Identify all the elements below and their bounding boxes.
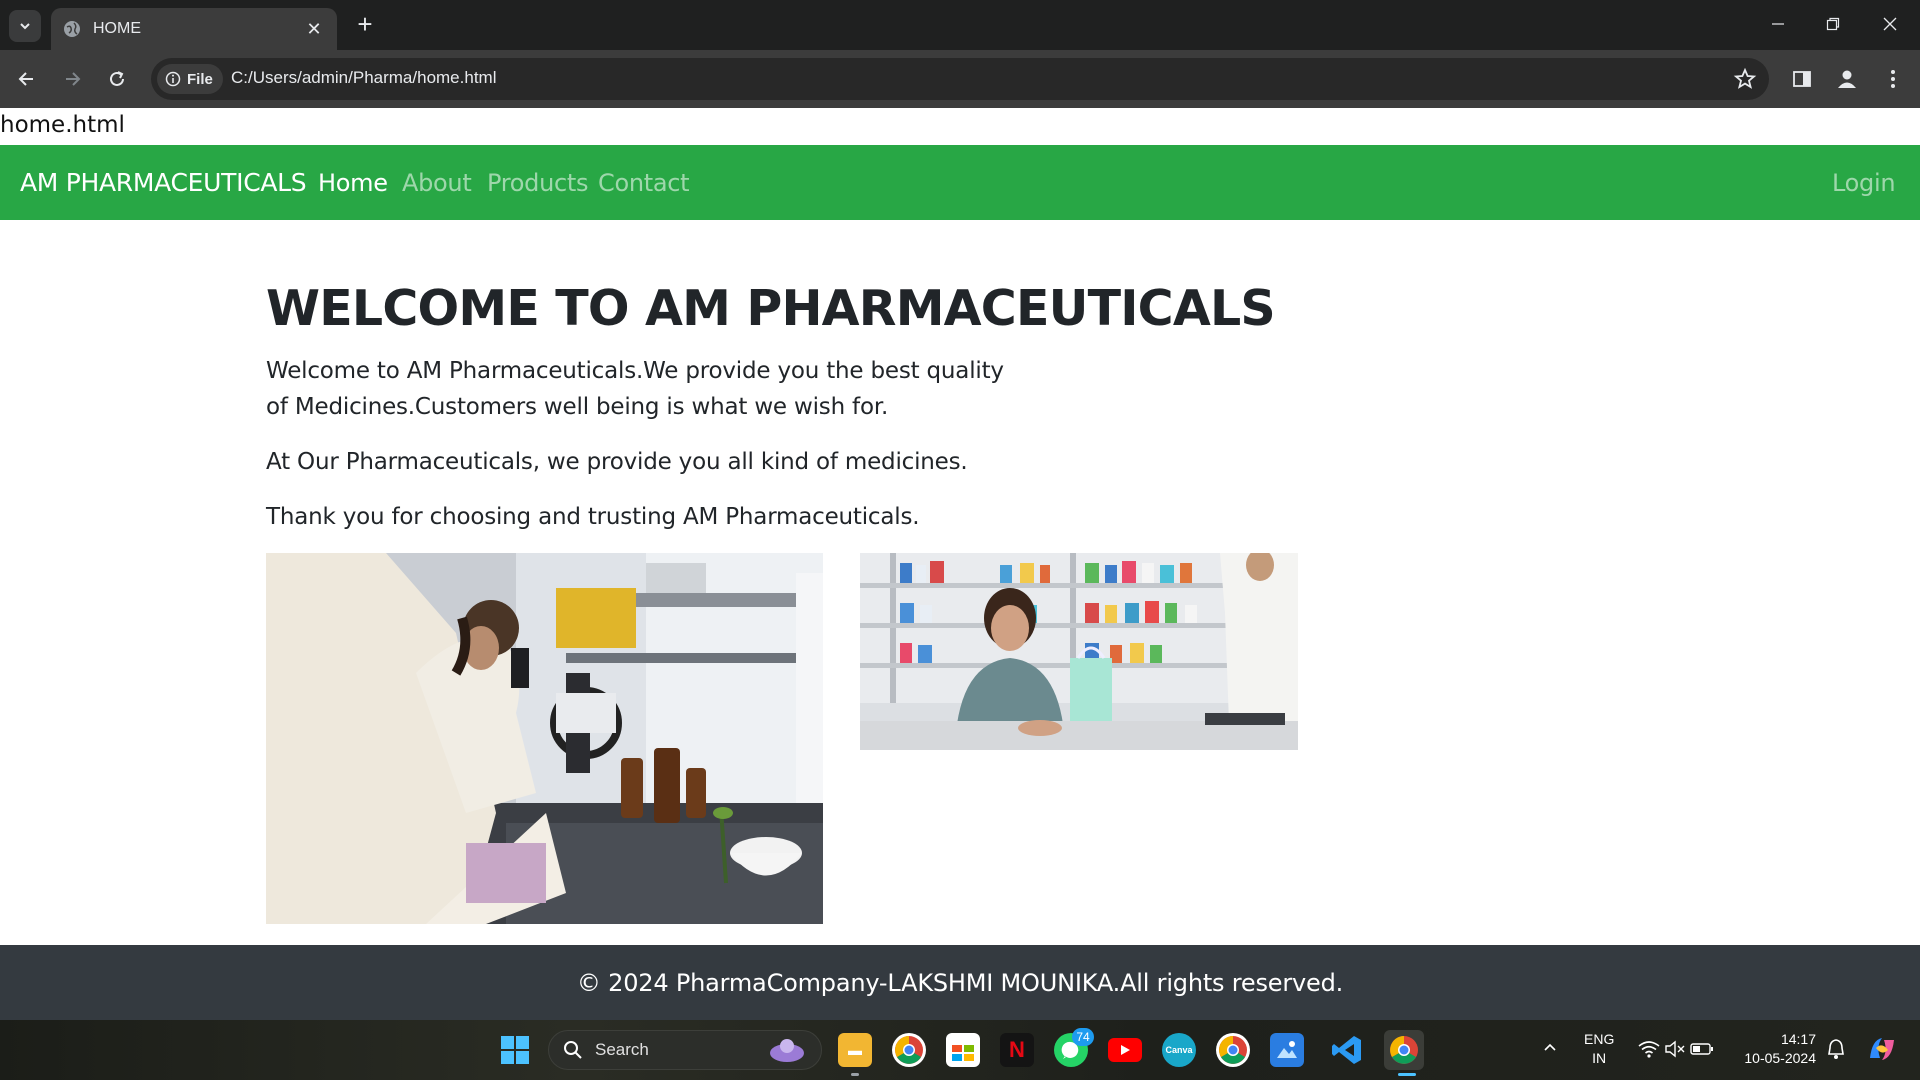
show-hidden-icons-button[interactable] <box>1543 1040 1557 1059</box>
profile-button[interactable] <box>1833 65 1861 93</box>
search-icon <box>564 1041 582 1059</box>
minimize-icon <box>1772 23 1784 25</box>
info-icon <box>165 71 181 87</box>
navbar-brand[interactable]: AM PHARMACEUTICALS <box>20 168 307 197</box>
page-filename-text: home.html <box>0 112 125 138</box>
browser-toolbar: File C:/Users/admin/Pharma/home.html <box>0 50 1920 108</box>
running-indicator <box>851 1073 859 1076</box>
taskbar-search-label: Search <box>595 1040 649 1059</box>
clock[interactable]: 14:17 10-05-2024 <box>1736 1030 1816 1068</box>
canva-icon: Canva <box>1165 1045 1193 1055</box>
windows-logo-icon <box>501 1036 529 1064</box>
lab-scientist-image <box>266 553 823 924</box>
nav-link-home[interactable]: Home <box>318 169 388 197</box>
browser-tabstrip: HOME ✕ + <box>0 0 1920 50</box>
copilot-button[interactable] <box>1866 1034 1898 1069</box>
chrome-icon <box>1219 1036 1247 1064</box>
store-icon <box>952 1045 974 1061</box>
menu-button[interactable] <box>1879 65 1907 93</box>
page-title: WELCOME TO AM PHARMACEUTICALS <box>266 280 1276 337</box>
play-icon <box>1121 1045 1130 1055</box>
notifications-button[interactable] <box>1825 1038 1847 1065</box>
copyright-text: © 2024 PharmaCompany-LAKSHMI MOUNIKA.All… <box>576 968 1344 997</box>
canva-app[interactable]: Canva <box>1162 1033 1196 1067</box>
site-footer: © 2024 PharmaCompany-LAKSHMI MOUNIKA.All… <box>0 945 1920 1020</box>
photos-icon <box>1277 1041 1297 1058</box>
tab-close-icon[interactable]: ✕ <box>303 19 325 40</box>
whatsapp-badge: 74 <box>1072 1028 1094 1046</box>
restore-button[interactable] <box>1813 8 1853 40</box>
vscode-app[interactable] <box>1330 1033 1364 1067</box>
language-indicator[interactable]: ENG IN <box>1584 1030 1614 1068</box>
wifi-icon <box>1638 1041 1660 1058</box>
tab-search-button[interactable] <box>9 10 41 42</box>
reload-button[interactable] <box>101 63 133 95</box>
browser-tab[interactable]: HOME ✕ <box>51 8 337 50</box>
copilot-icon <box>1870 1038 1894 1060</box>
nav-link-products[interactable]: Products <box>487 169 589 197</box>
photos-app[interactable] <box>1270 1033 1304 1067</box>
chevron-down-icon <box>20 23 30 30</box>
chrome-icon <box>1390 1036 1418 1064</box>
arrow-left-icon <box>18 72 33 86</box>
globe-icon <box>64 21 80 37</box>
screen: HOME ✕ + File C:/Users/admin/Pharma/home… <box>0 0 1920 1080</box>
microsoft-store-app[interactable] <box>946 1033 980 1067</box>
forward-button[interactable] <box>56 63 88 95</box>
netflix-app[interactable]: N <box>1000 1033 1034 1067</box>
more-vertical-icon <box>1891 70 1895 88</box>
thanks-paragraph: Thank you for choosing and trusting AM P… <box>266 504 920 530</box>
nav-link-login[interactable]: Login <box>1832 169 1896 197</box>
youtube-app[interactable] <box>1108 1038 1142 1062</box>
volume-muted-icon <box>1665 1040 1685 1058</box>
close-icon <box>1883 17 1897 31</box>
url-text[interactable]: C:/Users/admin/Pharma/home.html <box>231 68 496 88</box>
chevron-up-icon <box>1544 1043 1556 1051</box>
file-explorer-app[interactable]: ▬ <box>838 1033 872 1067</box>
pharmacist-image <box>860 553 1298 750</box>
file-chip-label: File <box>187 70 213 88</box>
nav-link-about[interactable]: About <box>402 169 472 197</box>
profile-icon <box>1838 70 1856 88</box>
main-content: WELCOME TO AM PHARMACEUTICALS Welcome to… <box>266 280 1366 554</box>
netflix-icon: N <box>1009 1037 1025 1062</box>
chrome-app-active[interactable] <box>1384 1030 1424 1070</box>
active-indicator <box>1398 1073 1416 1076</box>
medicines-paragraph: At Our Pharmaceuticals, we provide you a… <box>266 449 968 475</box>
site-navbar: AM PHARMACEUTICALS Home About Products C… <box>0 145 1920 220</box>
start-button[interactable] <box>500 1035 530 1065</box>
side-panel-button[interactable] <box>1788 65 1816 93</box>
taskbar-search[interactable]: Search <box>548 1030 822 1070</box>
windows-taskbar: Search ▬ N 74 Canva ENG IN 14:17 10-05-2… <box>0 1020 1920 1080</box>
reload-icon <box>110 71 124 86</box>
region-code: IN <box>1592 1050 1607 1066</box>
restore-icon <box>1826 17 1840 31</box>
vscode-icon <box>1332 1036 1361 1064</box>
search-highlight-icon <box>770 1039 804 1062</box>
site-info-chip[interactable]: File <box>157 64 223 94</box>
bookmark-star-icon[interactable] <box>1733 67 1757 91</box>
language-code: ENG <box>1584 1031 1615 1047</box>
chrome-icon <box>895 1036 923 1064</box>
address-bar[interactable]: File C:/Users/admin/Pharma/home.html <box>151 58 1769 100</box>
folder-icon: ▬ <box>848 1042 862 1058</box>
clock-time: 14:17 <box>1780 1031 1816 1047</box>
side-panel-icon <box>1793 71 1811 87</box>
chrome-app-profile-1[interactable] <box>892 1033 926 1067</box>
minimize-button[interactable] <box>1758 8 1798 40</box>
back-button[interactable] <box>11 63 43 95</box>
nav-link-contact[interactable]: Contact <box>598 169 690 197</box>
network-volume-battery[interactable] <box>1638 1040 1714 1063</box>
intro-paragraph: Welcome to AM Pharmaceuticals.We provide… <box>266 358 1004 420</box>
clock-date: 10-05-2024 <box>1744 1050 1816 1066</box>
tab-title: HOME <box>93 20 141 37</box>
new-tab-button[interactable]: + <box>351 10 379 38</box>
arrow-right-icon <box>66 72 81 86</box>
notification-bell-icon <box>1828 1039 1844 1059</box>
chrome-app-profile-2[interactable] <box>1216 1033 1250 1067</box>
battery-icon <box>1690 1043 1713 1055</box>
close-window-button[interactable] <box>1870 8 1910 40</box>
